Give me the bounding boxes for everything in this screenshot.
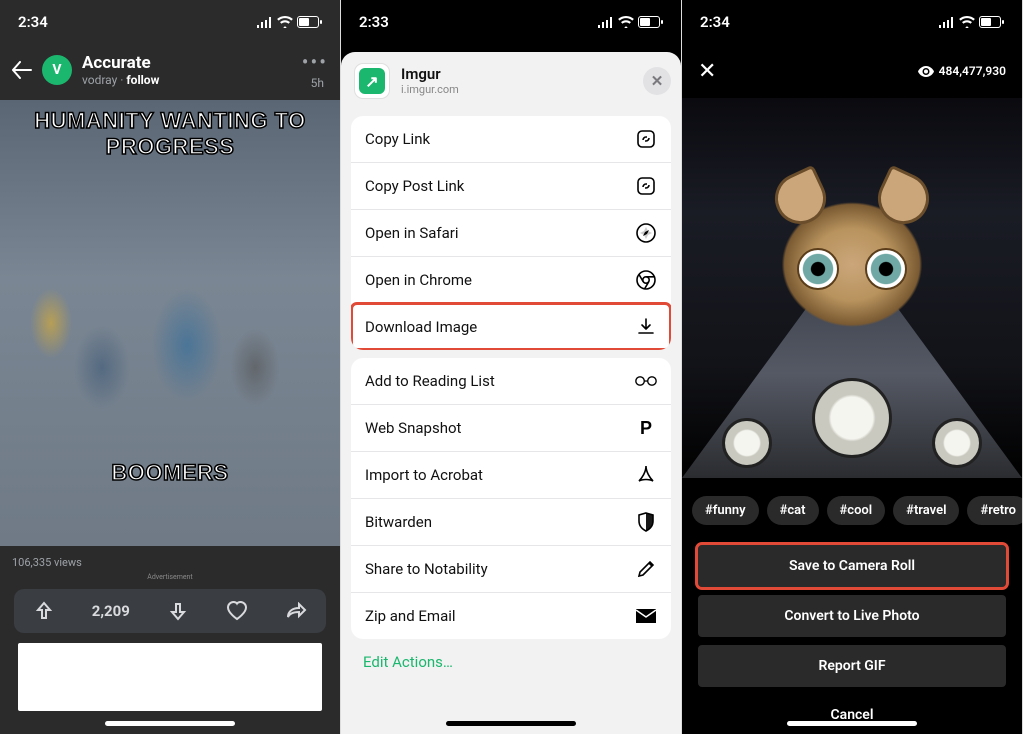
- action-label: Share to Notability: [365, 560, 488, 578]
- giphy-detail-screen: 2:34 ✕ 484,477,930 #funny #cat #cool#trave…: [682, 0, 1023, 734]
- vote-count: 2,209: [92, 602, 130, 620]
- app-domain: i.imgur.com: [401, 83, 631, 96]
- ad-label: Advertisement: [0, 573, 340, 581]
- status-icons: [256, 16, 322, 28]
- home-indicator[interactable]: [105, 721, 235, 726]
- action-bar: 2,209: [14, 589, 326, 633]
- tag-row[interactable]: #funny #cat #cool#travel #retro: [682, 478, 1022, 537]
- status-time: 2:34: [18, 13, 48, 31]
- action-share-to-notability[interactable]: Share to Notability: [351, 545, 671, 592]
- status-time: 2:33: [359, 13, 389, 31]
- action-group-2: Add to Reading List Web Snapshot P Import t…: [351, 358, 671, 639]
- ios-share-sheet-screen: 2:33 Imgur i.imgur.com ✕ Copy Link Copy P…: [341, 0, 682, 734]
- home-indicator[interactable]: [787, 721, 917, 726]
- action-label: Zip and Email: [365, 607, 456, 625]
- view-count: 106,335 views: [0, 546, 340, 573]
- glasses-icon: [635, 370, 657, 392]
- close-icon[interactable]: ✕: [698, 59, 716, 84]
- home-indicator[interactable]: [446, 721, 576, 726]
- tag-funny[interactable]: #funny: [692, 496, 759, 525]
- post-title[interactable]: Accurate: [82, 53, 292, 73]
- post-subtitle: vodray · follow: [82, 73, 292, 87]
- ad-placeholder[interactable]: [18, 643, 322, 711]
- action-import-to-acrobat[interactable]: Import to Acrobat: [351, 451, 671, 498]
- save-button[interactable]: Save to Camera Roll: [698, 545, 1006, 587]
- top-bar: ✕ 484,477,930: [682, 44, 1022, 98]
- meme-top-text: HUMANITY WANTING TO PROGRESS: [0, 108, 340, 160]
- more-icon[interactable]: •••: [302, 50, 328, 74]
- acrobat-icon: [635, 464, 657, 486]
- link-icon: [635, 128, 657, 150]
- action-label: Copy Link: [365, 130, 430, 148]
- status-time: 2:34: [700, 13, 730, 31]
- action-download-image[interactable]: Download Image: [351, 303, 671, 350]
- upvote-icon[interactable]: [33, 600, 55, 622]
- app-icon: [355, 64, 389, 98]
- convert-button[interactable]: Convert to Live Photo: [698, 595, 1006, 637]
- post-header: V Accurate vodray · follow ••• 5h: [0, 44, 340, 100]
- imgur-post-screen: 2:34 V Accurate vodray · follow ••• 5h H…: [0, 0, 341, 734]
- meme-image[interactable]: HUMANITY WANTING TO PROGRESS BOOMERS: [0, 100, 340, 546]
- avatar[interactable]: V: [42, 55, 72, 85]
- action-label: Open in Safari: [365, 224, 459, 242]
- meme-bottom-text: BOOMERS: [0, 460, 340, 486]
- action-label: Open in Chrome: [365, 271, 472, 289]
- action-label: Copy Post Link: [365, 177, 464, 195]
- status-icons: [597, 16, 663, 28]
- action-copy-link[interactable]: Copy Link: [351, 116, 671, 162]
- heart-icon[interactable]: [226, 601, 248, 621]
- action-zip-and-email[interactable]: Zip and Email: [351, 592, 671, 639]
- action-open-in-chrome[interactable]: Open in Chrome: [351, 256, 671, 303]
- share-sheet: Imgur i.imgur.com ✕ Copy Link Copy Post L…: [341, 52, 681, 734]
- eye-icon: [918, 66, 934, 77]
- tag-cat[interactable]: #cat: [767, 496, 819, 525]
- close-icon[interactable]: ✕: [643, 67, 671, 95]
- status-bar: 2:33: [341, 0, 681, 44]
- cancel-button[interactable]: Cancel: [682, 687, 1022, 723]
- share-icon[interactable]: [285, 602, 307, 620]
- compass-icon: [635, 222, 657, 244]
- chrome-icon: [635, 269, 657, 291]
- action-label: Web Snapshot: [365, 419, 461, 437]
- view-count-value: 484,477,930: [939, 64, 1006, 78]
- sheet-header: Imgur i.imgur.com ✕: [341, 58, 681, 108]
- p-icon: P: [635, 417, 657, 439]
- report-button[interactable]: Report GIF: [698, 645, 1006, 687]
- mail-icon: [635, 605, 657, 627]
- downvote-icon[interactable]: [167, 600, 189, 622]
- username[interactable]: vodray: [82, 73, 117, 87]
- title-block: Accurate vodray · follow: [82, 53, 292, 88]
- action-group-1: Copy Link Copy Post Link Open in Safari Ope…: [351, 116, 671, 350]
- action-copy-post-link[interactable]: Copy Post Link: [351, 162, 671, 209]
- pencil-icon: [635, 558, 657, 580]
- view-count: 484,477,930: [918, 64, 1006, 78]
- action-add-to-reading-list[interactable]: Add to Reading List: [351, 358, 671, 404]
- action-label: Import to Acrobat: [365, 466, 483, 484]
- tag-travel[interactable]: #travel: [893, 496, 959, 525]
- link-icon: [635, 175, 657, 197]
- action-label: Download Image: [365, 318, 477, 336]
- app-name: Imgur: [401, 65, 631, 83]
- action-bitwarden[interactable]: Bitwarden: [351, 498, 671, 545]
- post-time: 5h: [311, 76, 324, 90]
- status-icons: [938, 16, 1004, 28]
- action-open-in-safari[interactable]: Open in Safari: [351, 209, 671, 256]
- edit-actions-link[interactable]: Edit Actions…: [341, 639, 681, 701]
- svg-text:P: P: [640, 418, 652, 438]
- download-icon: [635, 316, 657, 338]
- shield-icon: [635, 511, 657, 533]
- status-bar: 2:34: [682, 0, 1022, 44]
- action-web-snapshot[interactable]: Web Snapshot P: [351, 404, 671, 451]
- action-label: Add to Reading List: [365, 372, 495, 390]
- back-icon[interactable]: [12, 61, 32, 79]
- follow-button[interactable]: follow: [126, 73, 159, 87]
- gif-preview[interactable]: [682, 98, 1022, 478]
- action-label: Bitwarden: [365, 513, 432, 531]
- status-bar: 2:34: [0, 0, 340, 44]
- tag-cool[interactable]: #cool: [827, 496, 886, 525]
- tag-retro[interactable]: #retro: [967, 496, 1022, 525]
